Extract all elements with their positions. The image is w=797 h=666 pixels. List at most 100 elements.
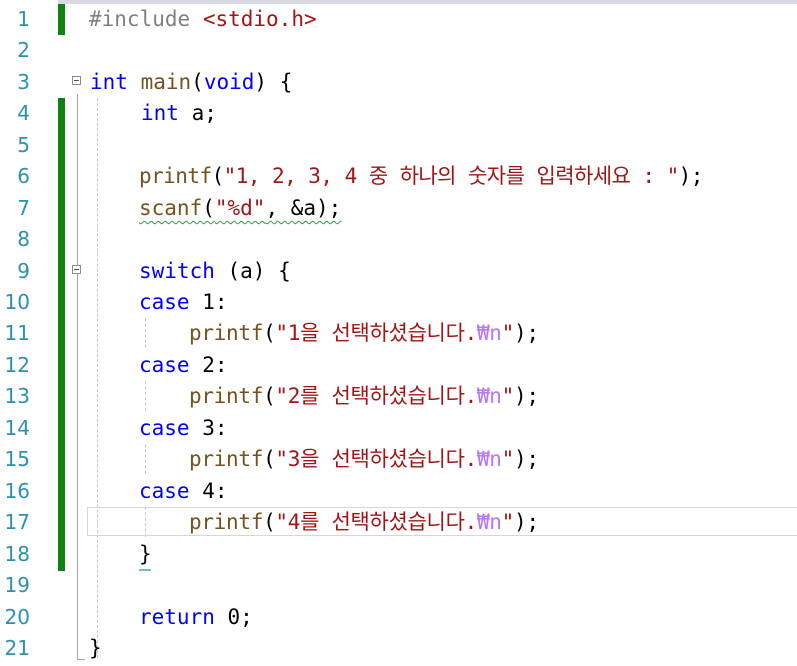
- code-text[interactable]: printf("1을 선택하셨습니다.₩n");: [189, 318, 539, 349]
- code-line: 6 printf("1, 2, 3, 4 중 하나의 숫자를 입력하세요 : "…: [0, 161, 797, 192]
- line-number: 2: [17, 38, 30, 62]
- code-punctuation: );: [513, 510, 539, 534]
- code-line: 4 int a;: [0, 98, 797, 129]
- line-number: 15: [4, 447, 30, 471]
- code-line: 10 case 1:: [0, 287, 797, 318]
- code-text[interactable]: printf("4를 선택하셨습니다.₩n");: [189, 507, 539, 538]
- string-literal: "3을 선택하셨습니다.: [275, 447, 477, 471]
- keyword: void: [203, 70, 255, 94]
- code-line: 18 }: [0, 539, 797, 571]
- code-text[interactable]: case 2:: [139, 350, 228, 381]
- code-punctuation: , &a);: [265, 196, 342, 220]
- line-number: 5: [17, 133, 30, 157]
- code-rest: 1:: [189, 290, 228, 314]
- code-rest: a;: [178, 101, 217, 125]
- collapse-main-icon[interactable]: [72, 76, 81, 85]
- code-line: 3 int main(void) {: [0, 67, 797, 98]
- string-literal: "%d": [214, 196, 266, 220]
- code-text[interactable]: #include <stdio.h>: [89, 4, 317, 35]
- code-text[interactable]: case 4:: [139, 476, 228, 507]
- code-rest: (a) {: [214, 259, 291, 283]
- escape-sequence: ₩n: [476, 447, 502, 471]
- closing-brace: }: [139, 542, 152, 566]
- escape-sequence: ₩n: [476, 384, 502, 408]
- code-editor[interactable]: 1 #include <stdio.h> 2 3 int main(void) …: [0, 0, 797, 666]
- line-number: 20: [4, 605, 30, 629]
- function-name: printf: [189, 321, 264, 345]
- line-number: 17: [4, 510, 30, 534]
- code-text[interactable]: return 0;: [139, 602, 253, 633]
- code-line: 2: [0, 35, 797, 66]
- code-punctuation: (: [263, 384, 276, 408]
- code-text[interactable]: printf("2를 선택하셨습니다.₩n");: [189, 381, 539, 412]
- keyword: case: [139, 290, 190, 314]
- line-number: 21: [4, 636, 30, 660]
- keyword: case: [139, 479, 190, 503]
- line-number: 18: [4, 542, 30, 566]
- code-text[interactable]: }: [139, 539, 152, 570]
- escape-sequence: ₩n: [476, 510, 502, 534]
- code-line: 13 printf("2를 선택하셨습니다.₩n");: [0, 381, 797, 412]
- code-punctuation: (: [191, 70, 204, 94]
- preprocessor-directive: #include: [89, 7, 191, 31]
- code-text[interactable]: printf("3을 선택하셨습니다.₩n");: [189, 444, 539, 475]
- line-number: 6: [17, 164, 30, 188]
- code-text[interactable]: case 1:: [139, 287, 228, 318]
- line-number: 12: [4, 353, 30, 377]
- string-literal: "1, 2, 3, 4 중 하나의 숫자를 입력하세요 : ": [223, 164, 680, 188]
- code-line-current: 17 printf("4를 선택하셨습니다.₩n");: [0, 507, 797, 538]
- code-line: 8: [0, 224, 797, 255]
- code-punctuation: (: [263, 321, 276, 345]
- code-text[interactable]: switch (a) {: [139, 256, 291, 287]
- code-line: 1 #include <stdio.h>: [0, 4, 797, 35]
- keyword: return: [139, 605, 215, 629]
- escape-sequence: ₩n: [476, 321, 502, 345]
- line-number: 4: [17, 101, 30, 125]
- function-name: printf: [189, 510, 264, 534]
- line-number: 9: [17, 259, 30, 283]
- code-line: 19: [0, 570, 797, 601]
- line-number: 8: [17, 227, 30, 251]
- string-literal: "4를 선택하셨습니다.: [275, 510, 477, 534]
- keyword: case: [139, 353, 190, 377]
- line-number: 1: [17, 7, 30, 31]
- code-punctuation: ) {: [254, 70, 293, 94]
- line-number: 7: [17, 196, 30, 220]
- code-line: 16 case 4:: [0, 476, 797, 507]
- code-punctuation: (: [263, 510, 276, 534]
- keyword: case: [139, 416, 190, 440]
- line-number: 3: [17, 70, 30, 94]
- code-punctuation: );: [513, 321, 539, 345]
- scanf-warning-squiggle[interactable]: scanf("%d", &a);: [139, 196, 341, 220]
- function-name: main: [140, 70, 192, 94]
- include-header: <stdio.h>: [202, 7, 317, 31]
- code-punctuation: );: [513, 384, 539, 408]
- line-number: 19: [4, 573, 30, 597]
- code-text[interactable]: int main(void) {: [90, 67, 292, 98]
- code-text[interactable]: int a;: [141, 98, 217, 129]
- code-text[interactable]: }: [89, 633, 102, 664]
- string-literal: ": [501, 510, 515, 534]
- function-name: printf: [189, 384, 264, 408]
- code-line: 12 case 2:: [0, 350, 797, 381]
- string-literal: "2를 선택하셨습니다.: [275, 384, 477, 408]
- string-literal: ": [501, 384, 515, 408]
- keyword: int: [141, 101, 179, 125]
- code-text[interactable]: printf("1, 2, 3, 4 중 하나의 숫자를 입력하세요 : ");: [139, 161, 703, 192]
- code-line: 11 printf("1을 선택하셨습니다.₩n");: [0, 318, 797, 349]
- string-literal: ": [501, 321, 515, 345]
- code-text[interactable]: scanf("%d", &a);: [139, 193, 341, 224]
- collapse-switch-icon[interactable]: [72, 265, 81, 274]
- line-number: 16: [4, 479, 30, 503]
- code-rest: 2:: [189, 353, 228, 377]
- line-number: 14: [4, 416, 30, 440]
- code-line: 15 printf("3을 선택하셨습니다.₩n");: [0, 444, 797, 475]
- closing-brace: }: [89, 636, 102, 660]
- code-rest: 4:: [189, 479, 228, 503]
- code-line: 14 case 3:: [0, 413, 797, 444]
- code-text[interactable]: case 3:: [139, 413, 228, 444]
- code-line: 5: [0, 130, 797, 161]
- function-name: printf: [189, 447, 264, 471]
